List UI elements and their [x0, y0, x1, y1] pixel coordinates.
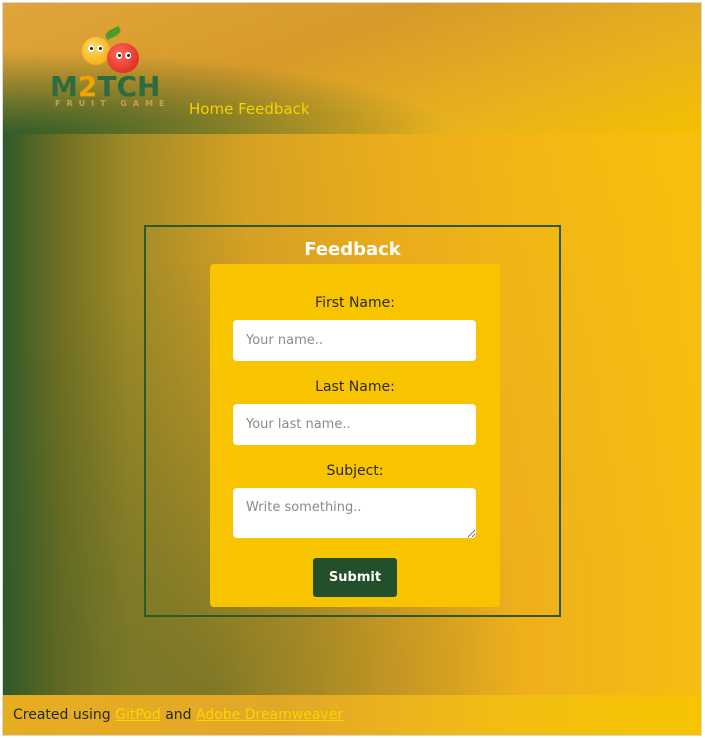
- orange-icon: [82, 37, 110, 65]
- site-header: M2TCH FRUIT GAME Home Feedback: [3, 3, 701, 134]
- nav-home-link[interactable]: Home: [189, 100, 233, 118]
- first-name-label: First Name:: [315, 295, 395, 311]
- feedback-section: Feedback First Name: Last Name: Subject:…: [144, 225, 561, 617]
- form-title: Feedback: [304, 239, 401, 260]
- eye-icon: [125, 52, 131, 59]
- main-nav: Home Feedback: [189, 100, 310, 118]
- nav-feedback-link[interactable]: Feedback: [238, 100, 309, 118]
- logo[interactable]: M2TCH FRUIT GAME: [47, 25, 177, 115]
- logo-subtitle: FRUIT GAME: [55, 99, 171, 108]
- leaf-icon: [104, 25, 122, 41]
- logo-title: M2TCH: [50, 70, 161, 103]
- footer-prefix: Created using: [13, 707, 111, 723]
- subject-textarea[interactable]: [233, 488, 476, 538]
- eye-icon: [88, 45, 94, 52]
- submit-button[interactable]: Submit: [313, 558, 397, 597]
- footer-conjunction: and: [165, 707, 192, 723]
- first-name-input[interactable]: [233, 320, 476, 361]
- eye-icon: [116, 52, 122, 59]
- last-name-label: Last Name:: [315, 379, 395, 395]
- gitpod-link[interactable]: GitPod: [115, 707, 161, 723]
- feedback-form: First Name: Last Name: Subject: Submit: [210, 264, 500, 607]
- site-footer: Created using GitPod and Adobe Dreamweav…: [3, 695, 701, 735]
- subject-label: Subject:: [326, 463, 384, 479]
- dreamweaver-link[interactable]: Adobe Dreamweaver: [196, 707, 343, 723]
- page-frame: M2TCH FRUIT GAME Home Feedback Feedback …: [2, 2, 702, 736]
- apple-icon: [107, 43, 139, 73]
- last-name-input[interactable]: [233, 404, 476, 445]
- eye-icon: [97, 45, 103, 52]
